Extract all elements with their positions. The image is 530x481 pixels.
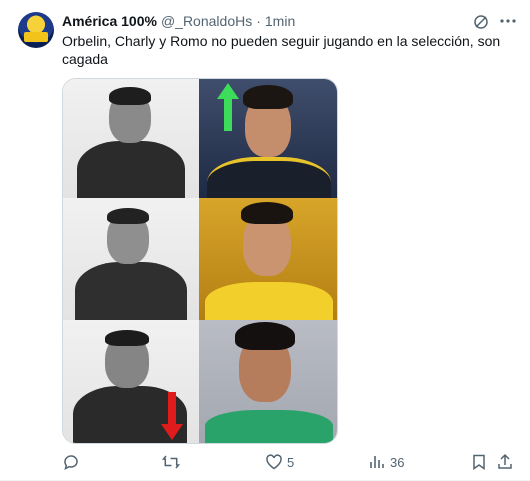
user-handle[interactable]: @_RonaldoHs xyxy=(161,13,252,29)
bookmark-icon xyxy=(473,454,485,470)
player-photo-bw-3 xyxy=(63,320,199,443)
like-button[interactable]: 5 xyxy=(265,452,294,472)
bookmark-button[interactable] xyxy=(470,452,488,472)
retweet-button[interactable] xyxy=(162,452,184,472)
retweet-icon xyxy=(162,455,180,469)
heart-icon xyxy=(266,454,282,470)
like-count: 5 xyxy=(287,454,295,470)
views-button[interactable]: 36 xyxy=(368,452,404,472)
red-down-arrow-icon xyxy=(161,392,183,440)
tweet-media-image[interactable] xyxy=(62,78,338,444)
separator-dot: · xyxy=(256,13,261,29)
grok-icon[interactable] xyxy=(473,14,489,30)
tweet-actions: 5 36 xyxy=(0,452,530,472)
player-photo-color-3 xyxy=(199,320,337,443)
tweet[interactable]: América 100% @_RonaldoHs · 1min Orbelin,… xyxy=(0,0,530,481)
reply-icon xyxy=(64,455,78,470)
player-photo-color-1 xyxy=(199,79,337,198)
player-photo-color-2 xyxy=(199,198,337,320)
view-count: 36 xyxy=(390,454,405,470)
avatar[interactable] xyxy=(18,12,54,48)
more-options-icon[interactable] xyxy=(498,12,518,30)
share-icon xyxy=(498,453,512,469)
green-up-arrow-icon xyxy=(217,83,239,131)
tweet-text: Orbelin, Charly y Romo no pueden seguir … xyxy=(62,33,501,67)
timestamp[interactable]: 1min xyxy=(265,13,295,29)
display-name[interactable]: América 100% xyxy=(62,13,157,29)
player-photo-bw-1 xyxy=(63,79,199,198)
views-chart-icon xyxy=(370,456,384,468)
reply-button[interactable] xyxy=(62,452,84,472)
tweet-header: América 100% @_RonaldoHs · 1min xyxy=(62,12,295,30)
player-photo-bw-2 xyxy=(63,198,199,320)
share-button[interactable] xyxy=(496,452,514,472)
